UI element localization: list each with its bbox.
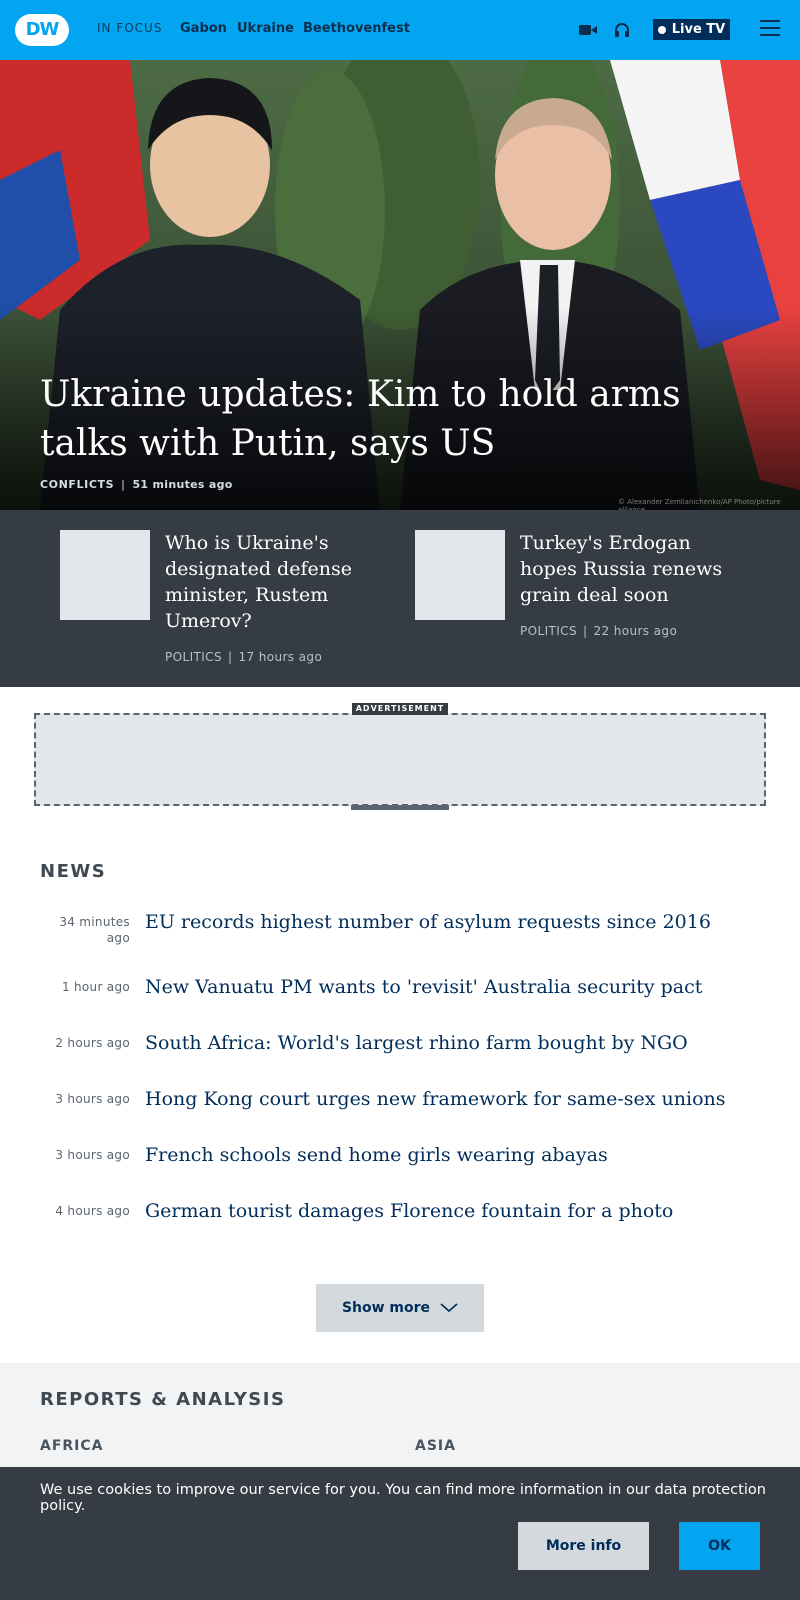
site-header: DW IN FOCUS Gabon Ukraine Beethovenfest … (0, 0, 800, 60)
news-item[interactable]: 34 minutes ago EU records highest number… (40, 910, 760, 950)
in-focus-label: IN FOCUS (97, 21, 163, 35)
story-category[interactable]: POLITICS (165, 650, 222, 664)
nav-link-gabon[interactable]: Gabon (180, 21, 227, 36)
show-more-label: Show more (341, 1300, 431, 1316)
story-title[interactable]: Who is Ukraine's designated defense mini… (165, 530, 385, 634)
hero-meta: CONFLICTS | 51 minutes ago (40, 478, 233, 491)
secondary-story[interactable]: Turkey's Erdogan hopes Russia renews gra… (415, 530, 755, 670)
live-dot-icon (657, 25, 666, 34)
news-item[interactable]: 2 hours ago South Africa: World's larges… (40, 1031, 760, 1059)
story-title[interactable]: Turkey's Erdogan hopes Russia renews gra… (520, 530, 740, 608)
story-meta: POLITICS | 22 hours ago (520, 624, 678, 638)
more-info-button[interactable]: More info (518, 1522, 649, 1570)
news-time: 3 hours ago (55, 1092, 130, 1106)
news-time: 4 hours ago (55, 1204, 130, 1218)
menu-icon[interactable] (760, 20, 780, 36)
story-time: 17 hours ago (238, 650, 323, 664)
news-title[interactable]: German tourist damages Florence fountain… (145, 1199, 755, 1223)
hero-title[interactable]: Ukraine updates: Kim to hold arms talks … (40, 370, 770, 468)
advertisement-bar (351, 805, 449, 810)
story-meta: POLITICS | 17 hours ago (165, 650, 323, 664)
secondary-story[interactable]: Who is Ukraine's designated defense mini… (60, 530, 360, 670)
nav-link-ukraine[interactable]: Ukraine (237, 21, 294, 36)
news-title[interactable]: EU records highest number of asylum requ… (145, 910, 755, 934)
live-tv-button[interactable]: Live TV (653, 19, 730, 40)
secondary-stories: Who is Ukraine's designated defense mini… (0, 510, 800, 687)
news-title[interactable]: Hong Kong court urges new framework for … (145, 1087, 755, 1111)
news-title[interactable]: South Africa: World's largest rhino farm… (145, 1031, 755, 1055)
news-item[interactable]: 4 hours ago German tourist damages Flore… (40, 1199, 760, 1227)
reports-heading: REPORTS & ANALYSIS (40, 1389, 286, 1410)
news-item[interactable]: 3 hours ago Hong Kong court urges new fr… (40, 1087, 760, 1115)
photo-credit: © Alexander Zemlianichenko/AP Photo/pict… (618, 498, 781, 510)
live-tv-label: Live TV (671, 22, 726, 37)
hero-time: 51 minutes ago (132, 478, 233, 491)
story-category[interactable]: POLITICS (520, 624, 577, 638)
news-title[interactable]: New Vanuatu PM wants to 'revisit' Austra… (145, 975, 755, 999)
video-camera-icon[interactable] (577, 20, 599, 40)
news-time: 2 hours ago (55, 1036, 130, 1050)
news-time: 3 hours ago (55, 1148, 130, 1162)
story-thumbnail[interactable] (415, 530, 505, 620)
region-label-africa[interactable]: AFRICA (40, 1438, 104, 1454)
dw-logo[interactable]: DW (15, 14, 69, 46)
story-time: 22 hours ago (593, 624, 678, 638)
region-label-asia[interactable]: ASIA (415, 1438, 456, 1454)
ok-button[interactable]: OK (679, 1522, 760, 1570)
hero-story[interactable]: Ukraine updates: Kim to hold arms talks … (0, 60, 800, 510)
show-more-button[interactable]: Show more (316, 1284, 484, 1332)
cookie-text: We use cookies to improve our service fo… (40, 1482, 766, 1514)
advertisement-label: ADVERTISEMENT (352, 703, 448, 715)
headphones-icon[interactable] (611, 20, 633, 40)
news-time: 1 hour ago (61, 980, 130, 994)
nav-link-beethovenfest[interactable]: Beethovenfest (303, 21, 410, 36)
news-heading: NEWS (40, 861, 107, 882)
advertisement-slot (34, 713, 766, 806)
cookie-banner: We use cookies to improve our service fo… (0, 1467, 800, 1600)
news-item[interactable]: 1 hour ago New Vanuatu PM wants to 'revi… (40, 975, 760, 1003)
hero-category[interactable]: CONFLICTS (40, 478, 114, 491)
story-thumbnail[interactable] (60, 530, 150, 620)
news-title[interactable]: French schools send home girls wearing a… (145, 1143, 755, 1167)
chevron-down-icon (440, 1303, 458, 1313)
news-time: 34 minutes ago (59, 915, 130, 945)
news-item[interactable]: 3 hours ago French schools send home gir… (40, 1143, 760, 1171)
